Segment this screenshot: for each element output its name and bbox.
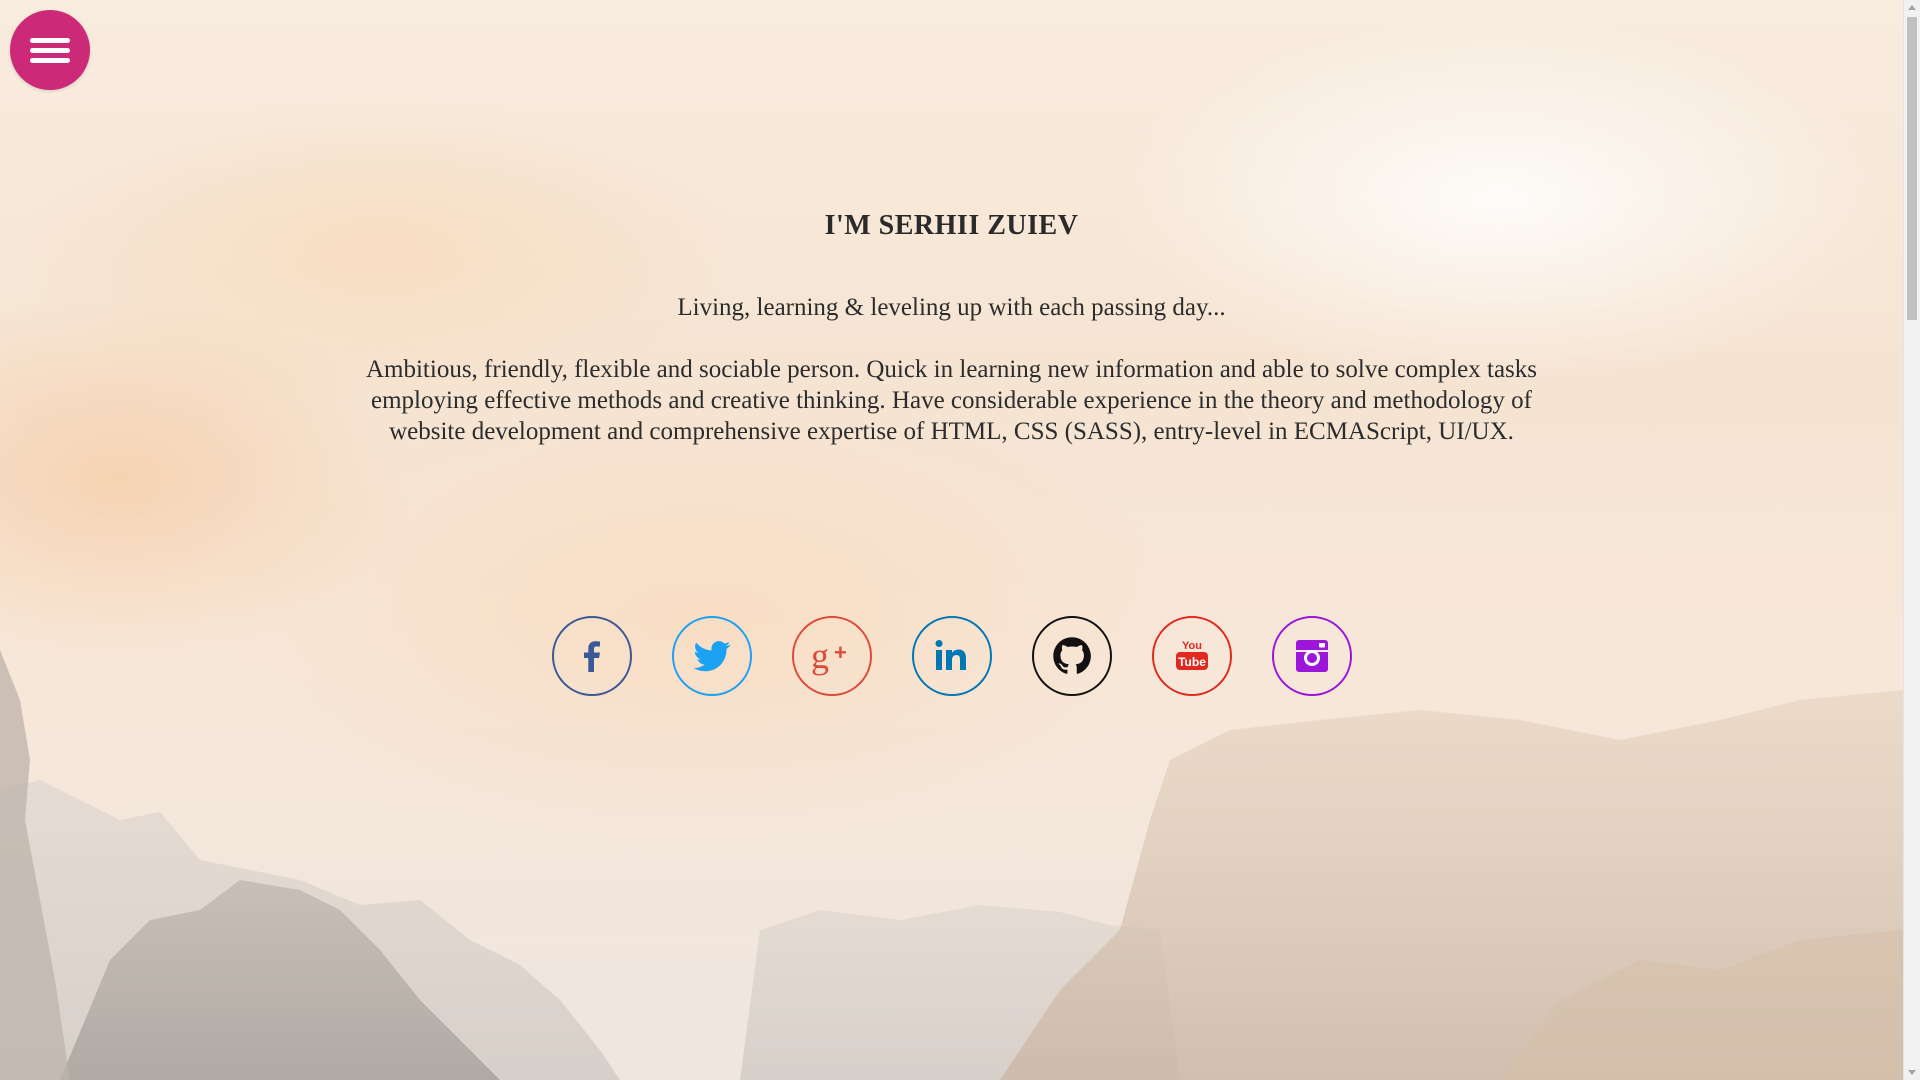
hamburger-bar [30, 48, 70, 53]
twitter-icon [693, 641, 730, 672]
google-plus-link[interactable]: g + [791, 616, 872, 696]
menu-button[interactable] [10, 10, 90, 90]
about-text: Ambitious, friendly, flexible and sociab… [365, 356, 1537, 445]
svg-text:+: + [834, 640, 847, 665]
github-icon [1052, 637, 1091, 674]
mountain-silhouettes [0, 650, 1903, 1080]
scroll-down-arrow-icon[interactable] [1908, 1070, 1916, 1075]
linkedin-link[interactable] [911, 616, 992, 696]
social-links: g + You Tube [0, 616, 1903, 696]
twitter-link[interactable] [671, 616, 752, 696]
scrollbar-thumb[interactable] [1907, 17, 1917, 320]
youtube-icon: You Tube [1175, 640, 1208, 670]
tagline: Living, learning & leveling up with each… [677, 294, 1226, 321]
hero-section: I'M SERHII ZUIEV Living, learning & leve… [0, 210, 1903, 447]
scroll-up-arrow-icon[interactable] [1908, 5, 1916, 10]
scrollbar[interactable] [1903, 0, 1920, 1080]
instagram-link[interactable] [1271, 616, 1352, 696]
linkedin-icon [935, 640, 966, 670]
background-landscape [0, 0, 1903, 1080]
page-title: I'M SERHII ZUIEV [824, 210, 1079, 241]
facebook-icon [583, 641, 600, 672]
hamburger-bar [30, 58, 70, 63]
github-link[interactable] [1031, 616, 1112, 696]
svg-text:Tube: Tube [1178, 655, 1206, 669]
youtube-link[interactable]: You Tube [1151, 616, 1232, 696]
google-plus-icon: g + [811, 636, 847, 676]
svg-text:You: You [1182, 640, 1202, 652]
hamburger-menu-icon [30, 38, 70, 43]
instagram-icon [1295, 640, 1328, 672]
facebook-link[interactable] [551, 616, 632, 696]
svg-text:g: g [811, 636, 829, 676]
